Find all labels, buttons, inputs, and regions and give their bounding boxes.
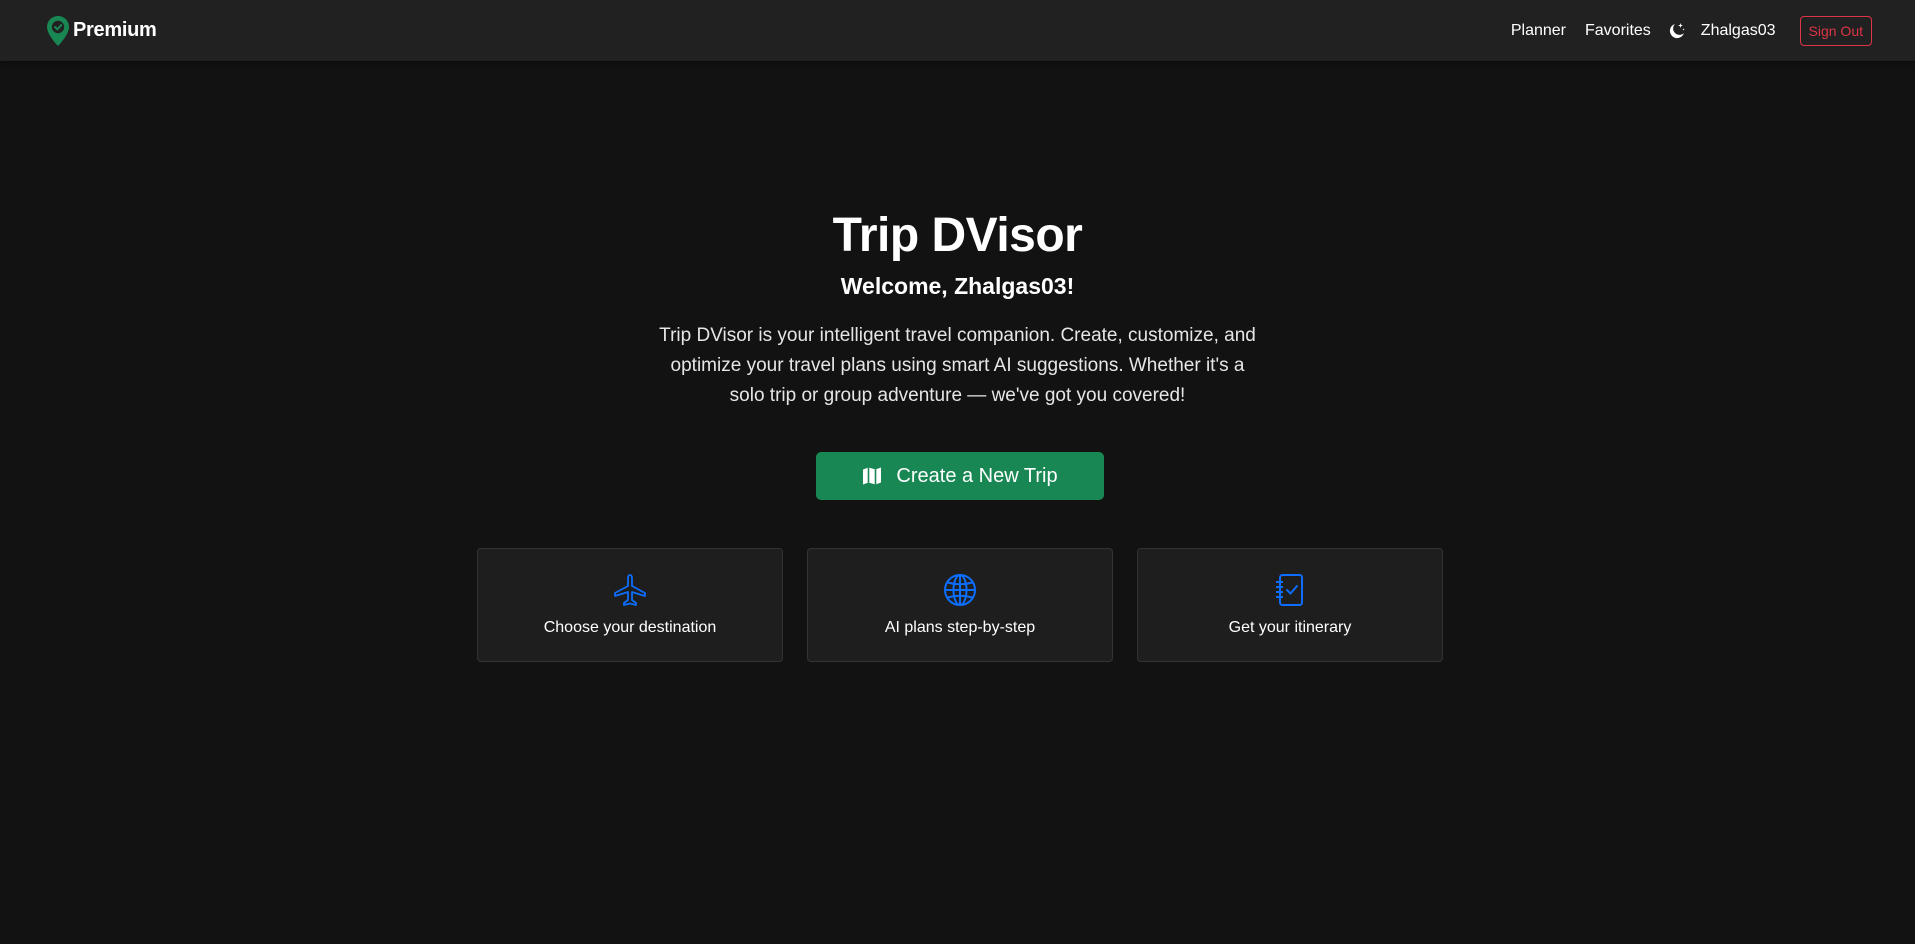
feature-card-ai-plans: AI plans step-by-step (807, 548, 1113, 662)
nav-link-planner[interactable]: Planner (1511, 22, 1566, 40)
feature-label-itinerary: Get your itinerary (1228, 619, 1352, 636)
brand-link[interactable]: Premium (47, 15, 157, 46)
hero-section: Trip DVisor Welcome, Zhalgas03! Trip DVi… (0, 205, 1915, 411)
map-pin-check-icon (47, 15, 69, 46)
nav-link-favorites[interactable]: Favorites (1585, 22, 1651, 40)
feature-card-destination: Choose your destination (477, 548, 783, 662)
hero-description: Trip DVisor is your intelligent travel c… (659, 325, 1256, 406)
top-navbar: Premium Planner Favorites Zhalgas03 Sign… (0, 0, 1915, 61)
moon-stars-icon (1669, 22, 1685, 38)
feature-label-destination: Choose your destination (543, 619, 717, 636)
feature-label-ai-plans: AI plans step-by-step (884, 619, 1036, 636)
page-title: Trip DVisor (832, 209, 1083, 262)
globe-icon (943, 573, 977, 607)
theme-toggle[interactable] (1668, 22, 1686, 40)
brand-name: Premium (73, 19, 157, 41)
journal-check-icon (1274, 573, 1306, 607)
create-trip-label: Create a New Trip (896, 464, 1058, 487)
sign-out-button[interactable]: Sign Out (1799, 15, 1872, 46)
username-label: Zhalgas03 (1700, 21, 1776, 39)
create-trip-button[interactable]: Create a New Trip (816, 452, 1104, 500)
welcome-heading: Welcome, Zhalgas03! (840, 273, 1075, 299)
feature-cards: Choose your destination AI plans step-by… (477, 548, 1443, 662)
feature-card-itinerary: Get your itinerary (1137, 548, 1443, 662)
nav-right-group: Planner Favorites Zhalgas03 Sign Out (1511, 15, 1872, 46)
map-icon (863, 467, 882, 485)
airplane-icon (612, 573, 648, 607)
